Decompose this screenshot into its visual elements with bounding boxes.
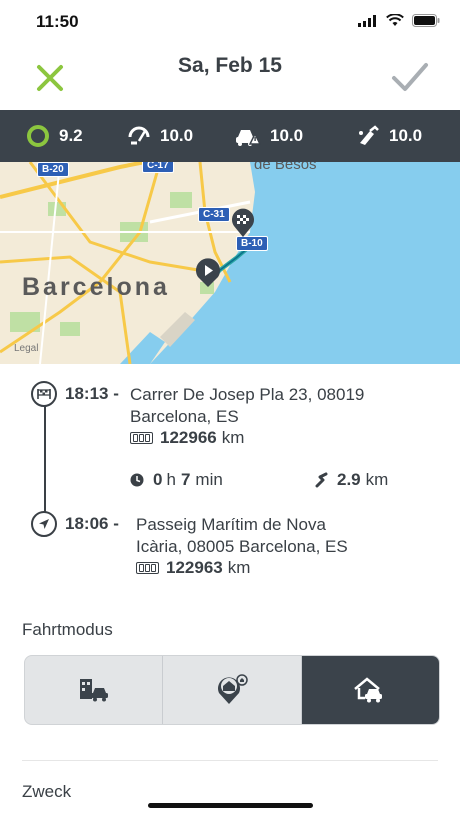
finish-flag-icon (232, 208, 254, 237)
fuel-score-value: 10.0 (389, 126, 423, 145)
drive-mode-label: Fahrtmodus (22, 620, 113, 639)
road-label-c17: C-17 (142, 162, 174, 173)
distance-value: 2.9 (337, 470, 361, 489)
road-label-b20: B-20 (37, 162, 69, 177)
distance-unit: km (365, 470, 389, 489)
trip-end-odometer-unit: km (221, 428, 245, 447)
navigation-arrow-icon (39, 519, 49, 529)
fuel-pump-icon (359, 125, 379, 145)
score-ring-icon (27, 125, 49, 147)
road-label-c31: C-31 (198, 207, 230, 222)
battery-icon (412, 14, 440, 27)
drive-mode-business-button[interactable] (25, 656, 164, 724)
duration-minutes: 7 (180, 470, 191, 489)
drive-mode-private-button[interactable] (301, 656, 439, 724)
trip-start-address-line2: Icària, 08005 Barcelona, ES (136, 537, 348, 556)
drive-mode-commute-button[interactable] (163, 656, 302, 724)
duration-hours-unit: h (166, 470, 176, 489)
confirm-button[interactable] (390, 60, 430, 94)
finish-flag-icon (37, 389, 51, 399)
trip-start-time: 18:06 - (65, 514, 119, 533)
home-car-icon (354, 677, 383, 703)
braking-score[interactable]: 10.0 (235, 125, 303, 147)
odometer-icon (136, 562, 159, 574)
status-bar: 11:50 (0, 0, 460, 46)
trip-start-marker (31, 511, 57, 537)
wifi-icon (386, 14, 404, 26)
overall-score-value: 9.2 (59, 126, 83, 145)
trip-distance: 2.9 km (315, 470, 388, 490)
map-city-label: Barcelona (22, 273, 170, 301)
map-district-label: de Besòs (254, 162, 317, 173)
car-warning-icon (236, 130, 261, 146)
drive-mode-segmented-control (24, 655, 440, 725)
purpose-label: Zweck (22, 782, 72, 801)
score-bar: 9.2 10.0 10.0 10.0 (0, 110, 460, 162)
trip-end-odometer-value: 122966 (160, 428, 217, 447)
home-location-icon (217, 674, 248, 704)
trip-start-odometer-value: 122963 (166, 558, 223, 577)
trip-end-address-line1: Carrer De Josep Pla 23, 08019 (130, 385, 365, 404)
road-label-b10: B-10 (236, 236, 268, 251)
route-map[interactable]: B-20 C-17 C-31 B-10 de Besòs Barcelona L… (0, 162, 460, 364)
section-divider (22, 760, 438, 761)
home-indicator (148, 803, 313, 808)
fuel-score[interactable]: 10.0 (356, 125, 422, 147)
checkmark-icon (392, 63, 428, 91)
trip-start-odometer-unit: km (227, 558, 251, 577)
braking-score-value: 10.0 (270, 126, 304, 145)
nav-bar: Sa, Feb 15 (0, 46, 460, 110)
speed-score[interactable]: 10.0 (127, 125, 193, 147)
odometer-icon (130, 432, 153, 444)
duration-minutes-unit: min (195, 470, 223, 489)
trip-end-odometer: 122966 km (130, 428, 244, 448)
trip-duration: 0 h 7 min (130, 470, 223, 490)
map-background (0, 162, 460, 364)
trip-end-marker (31, 381, 57, 407)
route-distance-icon (315, 472, 328, 488)
building-car-icon (79, 679, 108, 702)
trip-start-address-line1: Passeig Marítim de Nova (136, 515, 326, 534)
duration-hours: 0 (153, 470, 163, 489)
trip-end-address-line2: Barcelona, ES (130, 407, 239, 426)
clock-icon (130, 473, 144, 487)
timeline-line (44, 400, 46, 512)
trip-end-time: 18:13 - (65, 384, 119, 403)
status-time: 11:50 (36, 12, 79, 31)
speed-score-value: 10.0 (160, 126, 194, 145)
signal-icon (358, 14, 376, 27)
speed-gauge-icon (128, 126, 150, 145)
overall-score[interactable]: 9.2 (26, 124, 83, 148)
status-icons (358, 14, 440, 27)
map-legal-link[interactable]: Legal (14, 343, 38, 354)
trip-start-odometer: 122963 km (136, 558, 250, 578)
start-play-icon (196, 258, 220, 287)
